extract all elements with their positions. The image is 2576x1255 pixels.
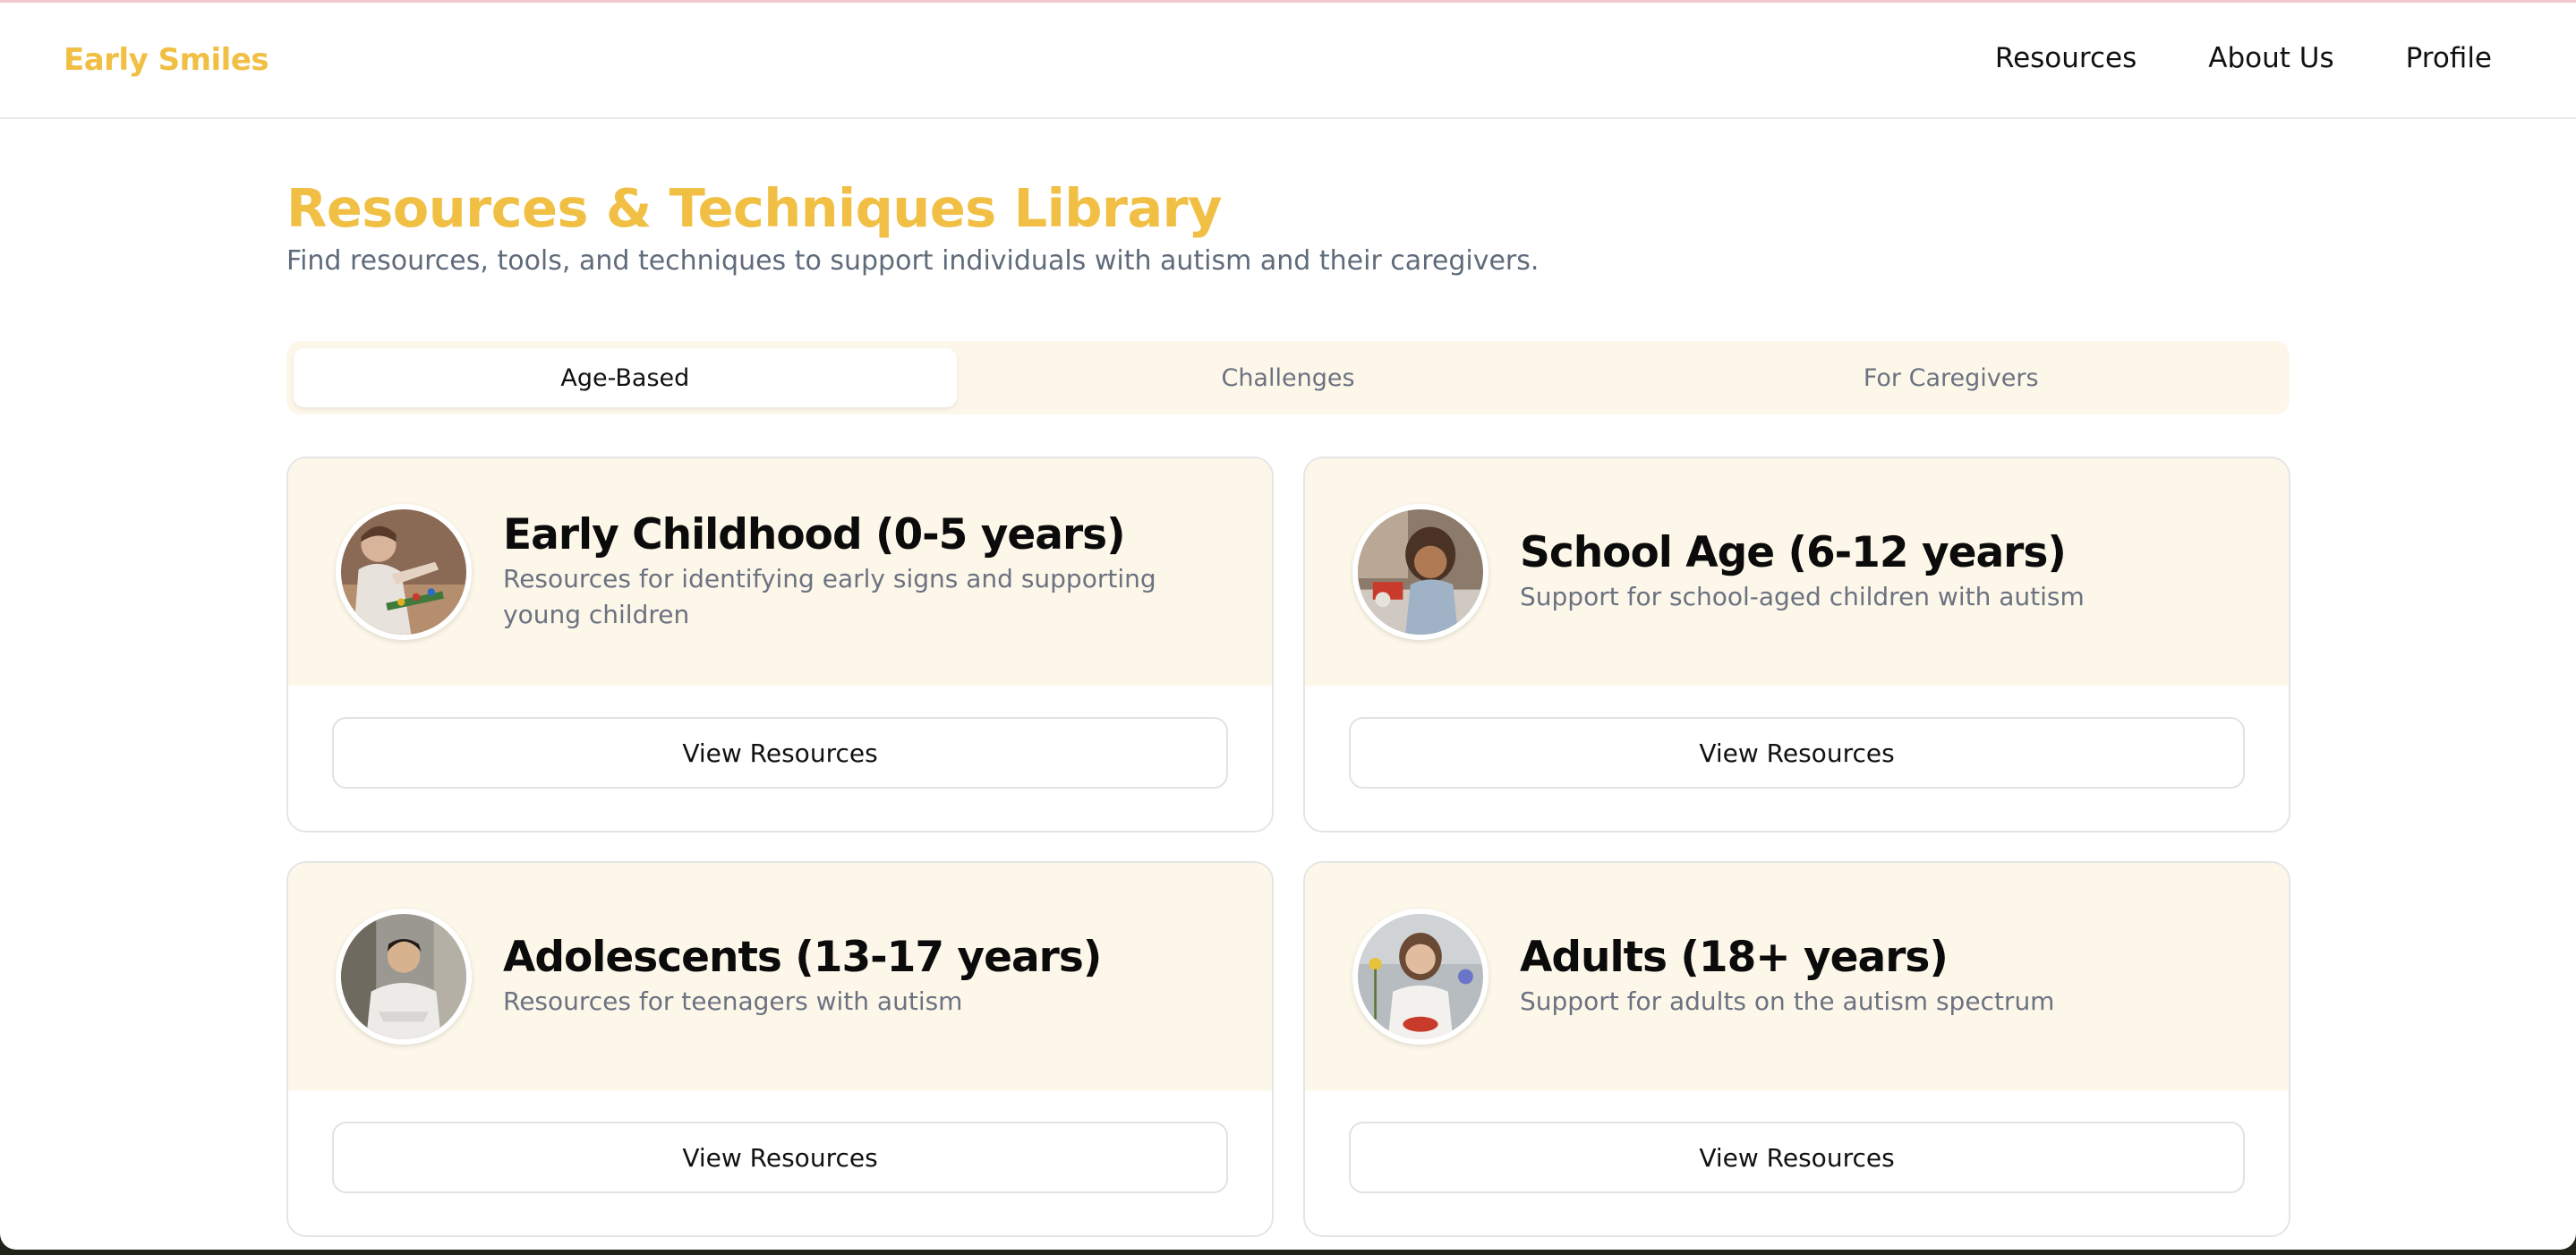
adult-portrait-photo	[1352, 909, 1488, 1045]
card-description: Resources for identifying early signs an…	[503, 564, 1156, 630]
card-title: Adolescents (13-17 years)	[503, 933, 1102, 983]
view-resources-button[interactable]: View Resources	[332, 717, 1228, 789]
view-resources-button[interactable]: View Resources	[1349, 717, 2245, 789]
card-text: Early Childhood (0-5 years) Resources fo…	[503, 458, 1218, 686]
resource-card-adolescents: Adolescents (13-17 years) Resources for …	[286, 861, 1274, 1237]
resource-card-early-childhood: Early Childhood (0-5 years) Resources fo…	[286, 457, 1274, 832]
card-text: Adults (18+ years) Support for adults on…	[1520, 863, 2235, 1090]
tab-age-based[interactable]: Age-Based	[294, 348, 957, 407]
tab-challenges[interactable]: Challenges	[957, 348, 1620, 407]
card-title: Early Childhood (0-5 years)	[503, 510, 1126, 560]
browser-viewport: Early Smiles Resources About Us Profile …	[0, 0, 2576, 1250]
brand-logo[interactable]: Early Smiles	[64, 42, 269, 78]
navbar: Early Smiles Resources About Us Profile	[0, 3, 2576, 119]
resource-card-school-age: School Age (6-12 years) Support for scho…	[1303, 457, 2290, 832]
tab-for-caregivers[interactable]: For Caregivers	[1619, 348, 2282, 407]
card-text: Adolescents (13-17 years) Resources for …	[503, 863, 1218, 1090]
child-at-table-photo	[1352, 504, 1488, 640]
nav-link-profile[interactable]: Profile	[2406, 42, 2492, 74]
view-resources-button[interactable]: View Resources	[332, 1122, 1228, 1193]
nav-links: Resources About Us Profile	[1995, 42, 2492, 74]
nav-link-about-us[interactable]: About Us	[2208, 42, 2333, 74]
card-header: Adolescents (13-17 years) Resources for …	[288, 863, 1272, 1090]
card-title: School Age (6-12 years)	[1520, 528, 2067, 578]
category-tabs: Age-Based Challenges For Caregivers	[286, 341, 2290, 414]
nav-link-resources[interactable]: Resources	[1995, 42, 2137, 74]
card-header: Adults (18+ years) Support for adults on…	[1305, 863, 2289, 1090]
resource-card-adults: Adults (18+ years) Support for adults on…	[1303, 861, 2290, 1237]
view-resources-button[interactable]: View Resources	[1349, 1122, 2245, 1193]
card-text: School Age (6-12 years) Support for scho…	[1520, 458, 2235, 686]
teenager-portrait-photo	[336, 909, 472, 1045]
card-description: Resources for teenagers with autism	[503, 986, 963, 1017]
card-description: Support for school-aged children with au…	[1520, 582, 2085, 612]
page-subtitle: Find resources, tools, and techniques to…	[286, 245, 1540, 277]
card-description: Support for adults on the autism spectru…	[1520, 986, 2055, 1017]
card-header: Early Childhood (0-5 years) Resources fo…	[288, 458, 1272, 686]
page-title: Resources & Techniques Library	[286, 177, 1223, 239]
card-header: School Age (6-12 years) Support for scho…	[1305, 458, 2289, 686]
card-title: Adults (18+ years)	[1520, 933, 1949, 983]
toddler-playing-photo	[336, 504, 472, 640]
